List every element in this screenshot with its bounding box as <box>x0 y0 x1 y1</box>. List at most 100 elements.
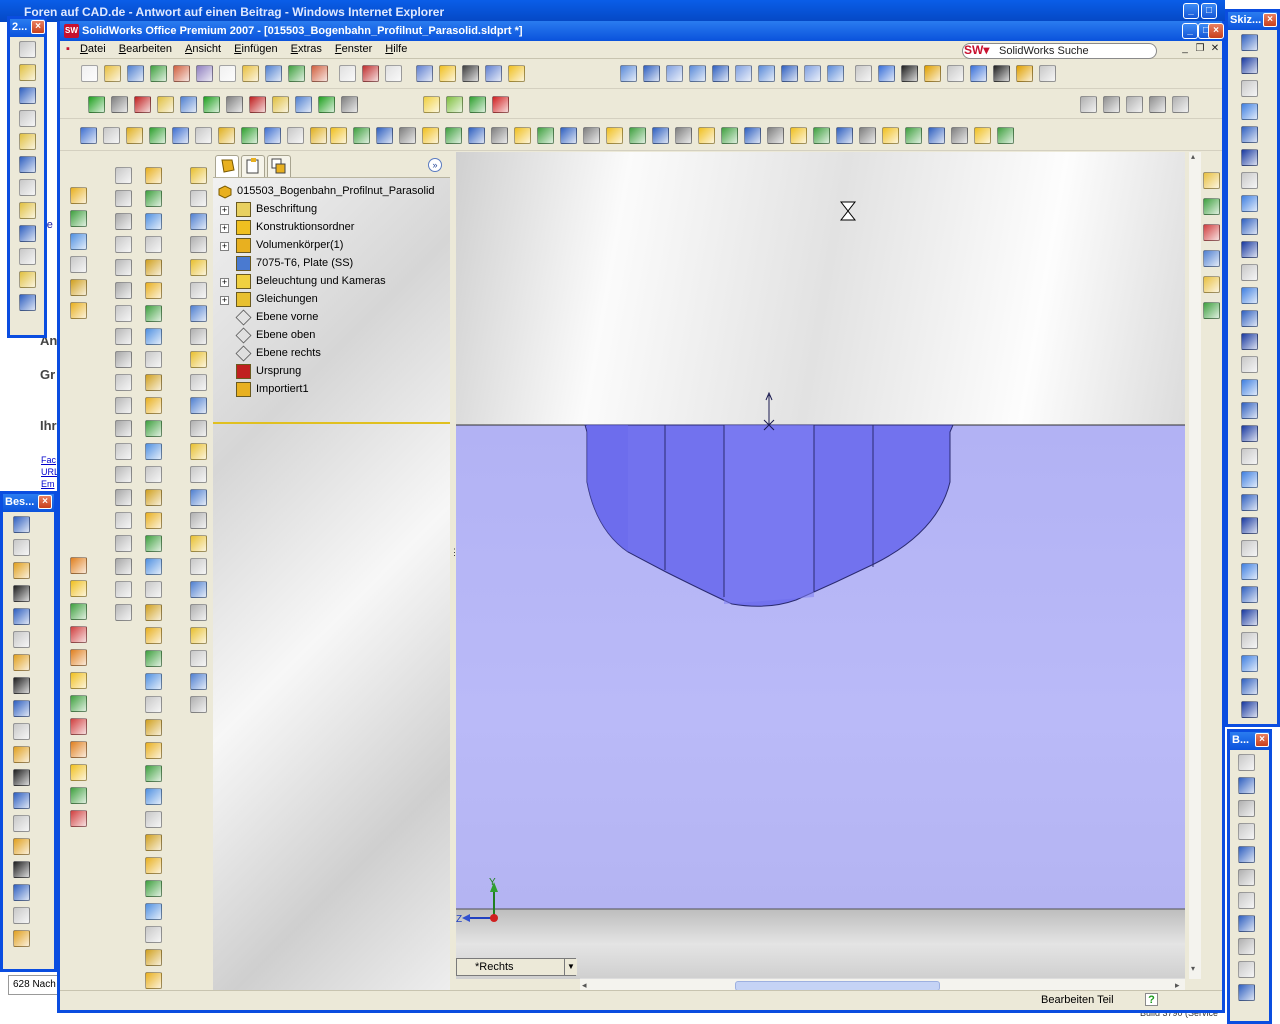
sketch-entity-tool-icon[interactable] <box>1241 149 1258 166</box>
dimension-tool-icon[interactable] <box>997 127 1014 144</box>
annotation-tool-icon[interactable] <box>13 815 30 832</box>
display-tool-icon[interactable] <box>970 65 987 82</box>
sw-close-button[interactable]: × <box>1208 23 1224 39</box>
task-pane-tool-icon[interactable] <box>1203 198 1220 215</box>
surface-tool-icon[interactable] <box>190 535 207 552</box>
tab-property-manager[interactable] <box>241 155 265 177</box>
dimension-tool-icon[interactable] <box>813 127 830 144</box>
sketch-tool-icon[interactable] <box>469 96 486 113</box>
annotate-tool-icon[interactable] <box>264 127 281 144</box>
tree-item[interactable]: + Volumenkörper(1) <box>213 237 450 255</box>
inactive-tool-icon[interactable] <box>115 558 132 575</box>
block-tool-icon[interactable] <box>1238 823 1255 840</box>
inactive-tool-icon[interactable] <box>115 328 132 345</box>
annotation-tool-icon[interactable] <box>13 792 30 809</box>
block-tool-icon[interactable] <box>1238 938 1255 955</box>
surface-tool-icon[interactable] <box>190 259 207 276</box>
zoom-tool-icon[interactable] <box>781 65 798 82</box>
annotate-tool-icon[interactable] <box>149 127 166 144</box>
view-tab[interactable]: *Rechts <box>456 958 576 976</box>
dimension-tool-icon[interactable] <box>376 127 393 144</box>
sketch-entity-tool-icon[interactable] <box>1241 356 1258 373</box>
surface-tool-icon[interactable] <box>190 374 207 391</box>
search-icon[interactable]: SW▾ <box>964 43 989 59</box>
task-pane-tool-icon[interactable] <box>1203 302 1220 319</box>
feature-tool-icon[interactable] <box>145 351 162 368</box>
inactive-tool-icon[interactable] <box>115 305 132 322</box>
feature-left-tool-icon[interactable] <box>70 279 87 296</box>
display-tool-icon[interactable] <box>924 65 941 82</box>
display-tool-icon[interactable] <box>947 65 964 82</box>
doc-close-button[interactable]: ✕ <box>1208 43 1222 56</box>
surface-tool-icon[interactable] <box>190 489 207 506</box>
view-tool-icon[interactable] <box>416 65 433 82</box>
scroll-up-icon[interactable]: ▴ <box>1191 152 1195 161</box>
surface-tool-icon[interactable] <box>190 673 207 690</box>
inactive-tool-icon[interactable] <box>115 397 132 414</box>
standard-tool-icon[interactable] <box>265 65 282 82</box>
dimension-tool-icon[interactable] <box>974 127 991 144</box>
menu-doc-icon[interactable]: ▪ <box>60 41 72 55</box>
dimension-tool-icon[interactable] <box>514 127 531 144</box>
feature-tool-icon[interactable] <box>145 535 162 552</box>
surface-tool-icon[interactable] <box>190 558 207 575</box>
pane-splitter-handle[interactable]: ⋮ <box>450 548 459 571</box>
ie-maximize-button[interactable]: □ <box>1201 3 1217 19</box>
feature-tool-icon[interactable] <box>145 926 162 943</box>
sketch-entity-tool-icon[interactable] <box>1241 126 1258 143</box>
view-tool-icon[interactable] <box>485 65 502 82</box>
display-tool-icon[interactable] <box>855 65 872 82</box>
sketch-entity-tool-icon[interactable] <box>1241 379 1258 396</box>
display-tool-icon[interactable] <box>901 65 918 82</box>
surface-tool-icon[interactable] <box>190 236 207 253</box>
feature-tool-icon[interactable] <box>145 374 162 391</box>
feature-left-2-tool-icon[interactable] <box>70 603 87 620</box>
menu-bearbeiten[interactable]: Bearbeiten <box>114 41 177 55</box>
dimension-tool-icon[interactable] <box>468 127 485 144</box>
dimension-tool-icon[interactable] <box>882 127 899 144</box>
surface-tool-icon[interactable] <box>190 512 207 529</box>
dimension-tool-icon[interactable] <box>790 127 807 144</box>
view-tool-icon[interactable] <box>462 65 479 82</box>
annotation-tool-icon[interactable] <box>13 861 30 878</box>
dimension-tool-icon[interactable] <box>422 127 439 144</box>
inactive-tool-icon[interactable] <box>115 512 132 529</box>
dimension-tool-icon[interactable] <box>583 127 600 144</box>
layer-tool-icon[interactable] <box>1103 96 1120 113</box>
vertical-scrollbar[interactable]: ▴ ▾ <box>1189 152 1201 979</box>
dimension-tool-icon[interactable] <box>951 127 968 144</box>
rollback-bar[interactable] <box>213 422 450 424</box>
sketch-entity-tool-icon[interactable] <box>1241 310 1258 327</box>
annotation-tool-icon[interactable] <box>13 907 30 924</box>
sketch-entity-tool-icon[interactable] <box>1241 609 1258 626</box>
feature-tool-icon[interactable] <box>145 190 162 207</box>
display-tool-icon[interactable] <box>878 65 895 82</box>
sketch-entity-tool-icon[interactable] <box>1241 195 1258 212</box>
view-tab-dropdown-icon[interactable]: ▼ <box>564 959 577 975</box>
tree-item[interactable]: Ebene vorne <box>213 309 450 327</box>
ie-link-3[interactable]: Em <box>41 479 55 489</box>
standard-tool-icon[interactable] <box>127 65 144 82</box>
help-icon[interactable]: ? <box>1145 993 1158 1006</box>
inactive-tool-icon[interactable] <box>115 581 132 598</box>
layer-tool-icon[interactable] <box>1080 96 1097 113</box>
annotate-tool-icon[interactable] <box>172 127 189 144</box>
surface-tool-icon[interactable] <box>190 397 207 414</box>
sketch-entity-tool-icon[interactable] <box>1241 632 1258 649</box>
block-tool-icon[interactable] <box>1238 892 1255 909</box>
zoom-tool-icon[interactable] <box>666 65 683 82</box>
annotate-tool-icon[interactable] <box>218 127 235 144</box>
sketch-tool-icon[interactable] <box>446 96 463 113</box>
macro-tool-icon[interactable] <box>226 96 243 113</box>
graphics-area[interactable]: Y Z <box>456 152 1185 979</box>
task-pane-tool-icon[interactable] <box>1203 250 1220 267</box>
sketch-entity-tool-icon[interactable] <box>1241 57 1258 74</box>
menu-hilfe[interactable]: Hilfe <box>380 41 412 55</box>
tree-expand-icon[interactable]: + <box>220 278 229 287</box>
dimension-tool-icon[interactable] <box>606 127 623 144</box>
feature-tool-icon[interactable] <box>145 397 162 414</box>
feature-tool-icon[interactable] <box>145 742 162 759</box>
floating-tool-icon[interactable] <box>19 294 36 311</box>
sketch-entity-tool-icon[interactable] <box>1241 241 1258 258</box>
surface-tool-icon[interactable] <box>190 305 207 322</box>
